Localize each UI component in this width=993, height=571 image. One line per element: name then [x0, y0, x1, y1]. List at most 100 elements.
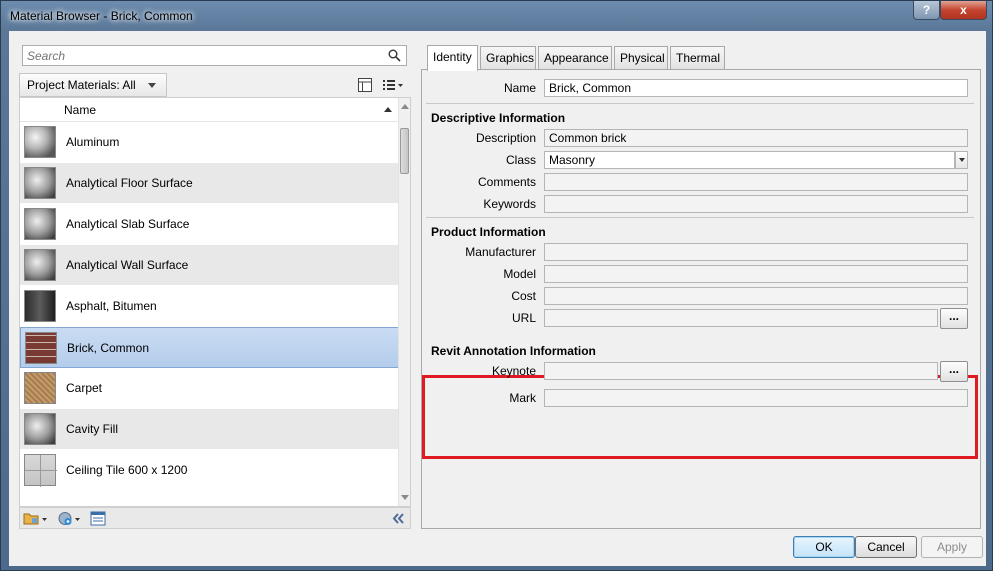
material-thumbnail	[24, 413, 56, 445]
comments-field[interactable]	[544, 173, 968, 191]
search-box[interactable]	[22, 45, 407, 66]
material-thumbnail	[24, 454, 57, 487]
collapse-panel-icon[interactable]	[390, 511, 406, 526]
cancel-button[interactable]: Cancel	[855, 536, 917, 558]
list-item-label: Analytical Slab Surface	[66, 217, 190, 231]
name-column-header[interactable]: Name	[64, 103, 96, 117]
material-thumbnail	[25, 332, 57, 364]
list-item[interactable]: Cavity Fill	[20, 409, 400, 450]
material-thumbnail	[24, 126, 56, 158]
material-list: Name Aluminum Analytical Floor Surface Ana…	[19, 97, 411, 507]
comments-label: Comments	[477, 175, 536, 189]
sort-ascending-icon	[384, 107, 392, 112]
divider	[426, 217, 974, 218]
list-item[interactable]: Analytical Floor Surface	[20, 163, 400, 204]
model-label: Model	[503, 267, 536, 281]
keynote-label: Keynote	[491, 364, 536, 378]
apply-button[interactable]: Apply	[921, 536, 983, 558]
material-editor-icon[interactable]	[90, 511, 106, 526]
tab-appearance[interactable]: Appearance	[538, 46, 612, 70]
model-field[interactable]	[544, 265, 968, 283]
material-thumbnail	[24, 372, 56, 404]
list-item-label: Brick, Common	[67, 341, 150, 355]
window-title: Material Browser - Brick, Common	[10, 9, 193, 23]
search-icon[interactable]	[388, 49, 401, 62]
list-item-label: Aluminum	[66, 135, 120, 149]
chevron-down-icon	[148, 83, 156, 88]
name-field[interactable]: Brick, Common	[544, 79, 968, 97]
add-material-icon[interactable]	[57, 511, 83, 526]
keywords-label: Keywords	[483, 197, 536, 211]
url-browse-button[interactable]: ...	[940, 308, 968, 329]
close-button[interactable]: x	[940, 1, 987, 20]
tab-thermal[interactable]: Thermal	[670, 46, 725, 70]
list-item[interactable]: Ceiling Tile 600 x 1200	[20, 450, 400, 491]
material-thumbnail	[24, 249, 56, 281]
class-select[interactable]: Masonry	[544, 151, 955, 169]
list-item-label: Asphalt, Bitumen	[66, 299, 157, 313]
description-label: Description	[475, 131, 536, 145]
panel-layout-icon[interactable]	[357, 77, 373, 93]
material-browser-window: Material Browser - Brick, Common ? x Pro…	[0, 0, 993, 571]
library-folder-icon[interactable]	[23, 511, 49, 526]
descriptive-section-title: Descriptive Information	[431, 111, 566, 125]
list-item-label: Analytical Floor Surface	[66, 176, 193, 190]
mark-label: Mark	[509, 391, 536, 405]
identity-properties: Name Brick, Common Descriptive Informati…	[421, 69, 981, 529]
cost-label: Cost	[511, 289, 536, 303]
material-thumbnail	[24, 208, 56, 240]
dialog-body: Project Materials: All Name	[9, 31, 986, 566]
annotation-section-title: Revit Annotation Information	[431, 344, 596, 358]
filter-label: Project Materials: All	[27, 78, 136, 92]
list-item[interactable]: Analytical Wall Surface	[20, 245, 400, 286]
product-section-title: Product Information	[431, 225, 546, 239]
list-header[interactable]: Name	[20, 98, 400, 122]
list-item-label: Analytical Wall Surface	[66, 258, 189, 272]
filter-bar: Project Materials: All	[19, 73, 411, 97]
tab-identity[interactable]: Identity	[427, 45, 478, 71]
url-label: URL	[511, 311, 536, 325]
material-editor-panel: Identity Graphics Appearance Physical Th…	[421, 39, 981, 529]
keynote-field[interactable]	[544, 362, 938, 380]
url-field[interactable]	[544, 309, 938, 327]
tab-physical[interactable]: Physical	[614, 46, 668, 70]
search-input[interactable]	[23, 46, 373, 65]
list-item[interactable]: Aluminum	[20, 122, 400, 163]
ok-button[interactable]: OK	[793, 536, 855, 558]
annotation-highlight-box	[422, 375, 978, 459]
project-materials-filter[interactable]: Project Materials: All	[19, 73, 167, 97]
keywords-field[interactable]	[544, 195, 968, 213]
identity-content: Name Brick, Common Descriptive Informati…	[422, 70, 980, 528]
name-label: Name	[503, 81, 536, 95]
mark-field[interactable]	[544, 389, 968, 407]
scrollbar-thumb[interactable]	[400, 128, 409, 174]
list-item-label: Ceiling Tile 600 x 1200	[66, 463, 188, 477]
manufacturer-label: Manufacturer	[465, 245, 536, 259]
panel-splitter[interactable]	[413, 39, 419, 529]
class-dropdown-icon[interactable]	[955, 151, 968, 169]
keynote-browse-button[interactable]: ...	[940, 361, 968, 382]
title-bar[interactable]: Material Browser - Brick, Common ? x	[1, 1, 993, 31]
list-item[interactable]: Analytical Slab Surface	[20, 204, 400, 245]
material-thumbnail	[24, 167, 56, 199]
class-label: Class	[505, 153, 536, 167]
material-thumbnail	[24, 290, 56, 322]
list-scrollbar[interactable]	[398, 98, 410, 506]
list-item-label: Carpet	[66, 381, 103, 395]
list-item[interactable]: Asphalt, Bitumen	[20, 286, 400, 327]
library-toolbar	[19, 507, 411, 529]
description-field[interactable]: Common brick	[544, 129, 968, 147]
material-library-panel: Project Materials: All Name	[17, 39, 413, 529]
list-item[interactable]: Carpet	[20, 368, 400, 409]
scroll-down-icon[interactable]	[401, 495, 409, 500]
list-item-label: Cavity Fill	[66, 422, 119, 436]
divider	[426, 103, 974, 104]
cost-field[interactable]	[544, 287, 968, 305]
manufacturer-field[interactable]	[544, 243, 968, 261]
list-item[interactable]: Brick, Common	[20, 327, 400, 368]
list-view-icon[interactable]	[381, 77, 405, 93]
tab-graphics[interactable]: Graphics	[480, 46, 536, 70]
material-rows: Aluminum Analytical Floor Surface Analytic…	[20, 122, 400, 491]
scroll-up-icon[interactable]	[401, 104, 409, 109]
help-button[interactable]: ?	[913, 1, 940, 20]
